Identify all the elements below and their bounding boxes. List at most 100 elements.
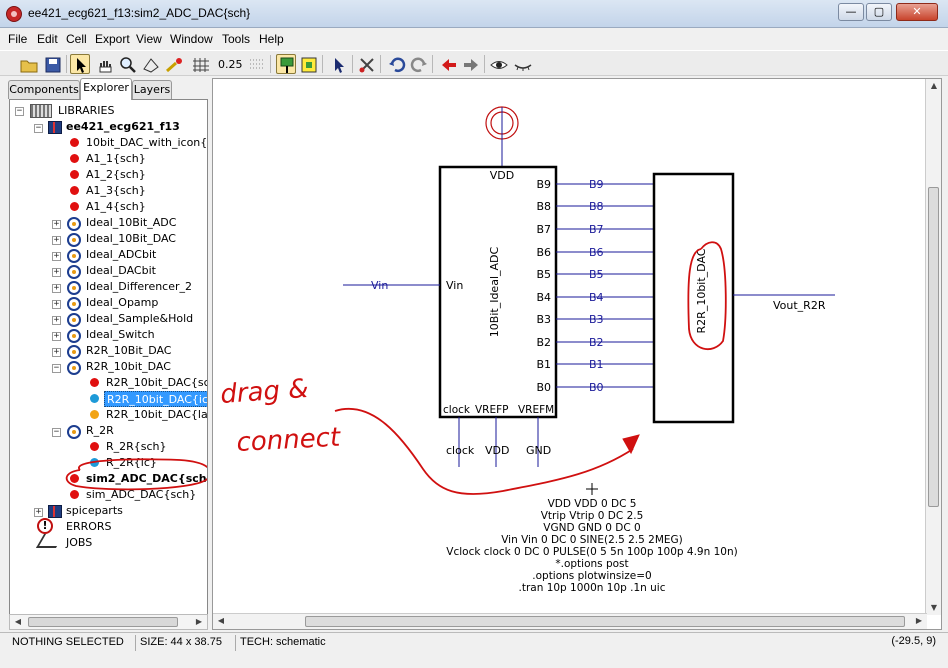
menu-file[interactable]: File	[8, 32, 27, 46]
net-label-b7: B7	[589, 223, 604, 236]
redo-icon[interactable]	[408, 54, 428, 74]
menu-window[interactable]: Window	[170, 32, 213, 46]
spice-line: VDD VDD 0 DC 5	[548, 498, 637, 510]
adc-pin-b0: B0	[536, 381, 551, 394]
spice-line: *.options post	[555, 558, 628, 570]
spice-line: .options plotwinsize=0	[532, 570, 651, 582]
status-size: SIZE: 44 x 38.75	[136, 635, 236, 651]
adc-pin-b9: B9	[536, 178, 551, 191]
net-label-b6: B6	[589, 246, 604, 259]
scrollbar-thumb[interactable]	[305, 616, 905, 627]
adc-pin-b8: B8	[536, 200, 551, 213]
dac-block[interactable]	[652, 172, 735, 424]
tab-layers[interactable]: Layers	[132, 80, 172, 99]
spice-line: .tran 10p 1000n 10p .1n uic	[519, 582, 666, 594]
scroll-left-icon[interactable]: ◀	[11, 615, 25, 629]
open-folder-icon[interactable]	[18, 54, 38, 74]
toolbar: 0.25	[0, 50, 948, 76]
annotation-arrow	[334, 408, 634, 495]
menu-export[interactable]: Export	[95, 32, 130, 46]
scroll-left-icon[interactable]: ◀	[214, 614, 228, 628]
back-icon[interactable]	[438, 54, 458, 74]
adc-vdd-pin-label: VDD	[490, 169, 514, 182]
scroll-right-icon[interactable]: ▶	[912, 614, 926, 628]
annotation-connect-text: connect	[236, 423, 342, 458]
adc-pin-b7: B7	[536, 223, 551, 236]
explorer-tree: − LIBRARIES − ee421_ecg621_f13 10bit_DAC…	[9, 99, 208, 629]
spice-line: Vtrip Vtrip 0 DC 2.5	[541, 510, 644, 522]
adc-clock-pin-label: clock	[443, 404, 471, 416]
output-net-label: Vout_R2R	[773, 299, 826, 312]
adc-pin-b6: B6	[536, 246, 551, 259]
adc-name-label: 10Bit_Ideal_ADC	[488, 246, 501, 337]
schematic-canvas[interactable]: VDD 10Bit_Ideal_ADC Vin Vin clock VREFP …	[212, 78, 942, 630]
annotation-drag-text: drag &	[219, 374, 309, 410]
clock-net-label: clock	[446, 444, 475, 457]
vdd-net-label: VDD	[485, 444, 509, 457]
menu-tools[interactable]: Tools	[222, 32, 250, 46]
adc-vrefp-pin-label: VREFP	[475, 404, 508, 416]
net-label-b8: B8	[589, 200, 604, 213]
annotation-arrow-head	[622, 434, 640, 455]
menu-cell[interactable]: Cell	[66, 32, 87, 46]
save-icon[interactable]	[42, 54, 62, 74]
status-bar: NOTHING SELECTED SIZE: 44 x 38.75 TECH: …	[0, 632, 948, 668]
tree-horizontal-scrollbar[interactable]: ◀ ▶	[9, 614, 208, 630]
net-label-b4: B4	[589, 291, 604, 304]
spice-line: Vin Vin 0 DC 0 SINE(2.5 2.5 2MEG)	[501, 534, 683, 546]
app-icon	[6, 6, 22, 22]
adc-pin-b5: B5	[536, 268, 551, 281]
tab-components[interactable]: Components	[8, 80, 80, 99]
spice-line: Vclock clock 0 DC 0 PULSE(0 5 5n 100p 10…	[446, 546, 737, 558]
vin-net-label: Vin	[371, 279, 388, 292]
menu-bar: File Edit Cell Export View Window Tools …	[0, 28, 948, 50]
select-arrow-icon[interactable]	[70, 54, 90, 74]
zoom-value: 0.25	[218, 58, 243, 71]
outline-edit-icon[interactable]	[140, 54, 160, 74]
menu-view[interactable]: View	[136, 32, 162, 46]
tab-explorer[interactable]: Explorer	[80, 78, 132, 100]
eye-closed-icon[interactable]	[512, 54, 532, 74]
zoom-icon[interactable]	[117, 54, 137, 74]
net-label-b0: B0	[589, 381, 604, 394]
scrollbar-thumb[interactable]	[28, 617, 178, 627]
canvas-horizontal-scrollbar[interactable]: ◀ ▶	[213, 613, 927, 629]
minimize-button[interactable]: —	[838, 3, 864, 21]
select-objects-icon[interactable]	[276, 54, 296, 74]
menu-edit[interactable]: Edit	[37, 32, 58, 46]
status-selection: NOTHING SELECTED	[8, 635, 136, 651]
canvas-vertical-scrollbar[interactable]: ▲ ▼	[925, 79, 941, 615]
net-label-b5: B5	[589, 268, 604, 281]
scroll-up-icon[interactable]: ▲	[927, 79, 941, 93]
undo-icon[interactable]	[386, 54, 406, 74]
menu-help[interactable]: Help	[259, 32, 284, 46]
adc-pin-b4: B4	[536, 291, 551, 304]
status-coordinates: (-29.5, 9)	[891, 635, 936, 647]
arrow-cursor-icon[interactable]	[328, 54, 348, 74]
window-title: ee421_ecg621_f13:sim2_ADC_DAC{sch}	[28, 6, 251, 20]
title-bar: ee421_ecg621_f13:sim2_ADC_DAC{sch} — ▢ ✕	[0, 0, 948, 28]
maximize-button[interactable]: ▢	[866, 3, 892, 21]
schematic-drawing[interactable]: VDD 10Bit_Ideal_ADC Vin Vin clock VREFP …	[213, 79, 926, 614]
scrollbar-thumb[interactable]	[928, 187, 939, 507]
adc-pin-b3: B3	[536, 313, 551, 326]
net-label-b2: B2	[589, 336, 604, 349]
toggle-grid-icon[interactable]	[246, 54, 266, 74]
pan-hand-icon[interactable]	[94, 54, 114, 74]
adc-vin-pin-label: Vin	[446, 279, 463, 292]
select-box-icon[interactable]	[298, 54, 318, 74]
measure-icon[interactable]	[163, 54, 183, 74]
close-button[interactable]: ✕	[896, 3, 938, 21]
eye-icon[interactable]	[488, 54, 508, 74]
cut-tools-icon[interactable]	[356, 54, 376, 74]
annotation-circle	[65, 458, 207, 491]
scroll-right-icon[interactable]: ▶	[192, 615, 206, 629]
scroll-down-icon[interactable]: ▼	[927, 601, 941, 615]
adc-vrefm-pin-label: VREFM	[518, 404, 554, 416]
net-label-b3: B3	[589, 313, 604, 326]
adc-pin-b1: B1	[536, 358, 551, 371]
net-label-b9: B9	[589, 178, 604, 191]
dac-name-label: R2R_10bit_DAC	[695, 248, 708, 333]
forward-icon[interactable]	[460, 54, 480, 74]
grid-icon[interactable]	[190, 54, 210, 74]
